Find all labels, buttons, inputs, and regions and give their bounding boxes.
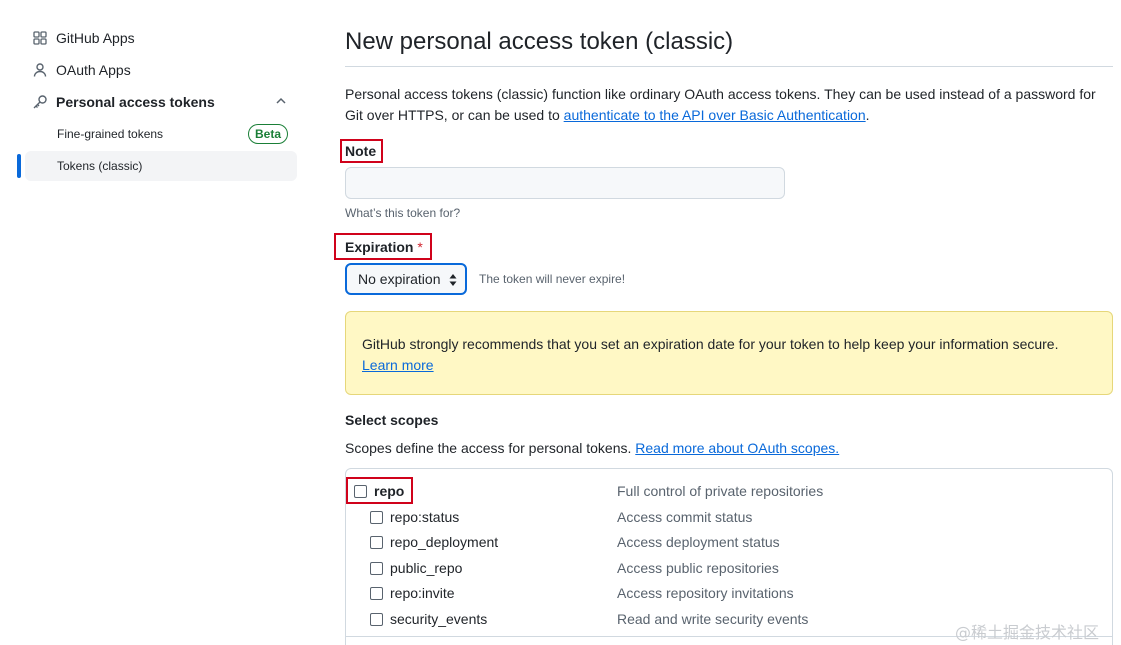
- scope-checkbox[interactable]: [370, 586, 383, 600]
- scope-checkbox[interactable]: [370, 612, 383, 626]
- scope-description: Access repository invitations: [617, 585, 794, 601]
- scope-name: public_repo: [390, 560, 463, 576]
- scopes-desc-text: Scopes define the access for personal to…: [345, 440, 636, 456]
- scope-name: security_events: [390, 611, 488, 627]
- scope-description: Full control of private repositories: [617, 483, 824, 499]
- scope-description: Access deployment status: [617, 534, 780, 550]
- sidebar-item-label: GitHub Apps: [56, 30, 135, 46]
- sidebar-item-personal-access-tokens[interactable]: Personal access tokens: [32, 90, 215, 114]
- warning-text: GitHub strongly recommends that you set …: [362, 336, 1059, 352]
- scope-checkbox[interactable]: [370, 561, 383, 575]
- scope-public-repo[interactable]: public_repo: [370, 558, 462, 578]
- basic-auth-link[interactable]: authenticate to the API over Basic Authe…: [564, 107, 866, 123]
- expiration-label: Expiration *: [345, 239, 423, 255]
- page-title: New personal access token (classic): [345, 28, 734, 55]
- chevron-up-icon[interactable]: [274, 94, 288, 108]
- scopes-description: Scopes define the access for personal to…: [345, 440, 839, 456]
- scope-repo[interactable]: repo: [354, 481, 404, 501]
- required-mark: *: [417, 239, 423, 255]
- scope-repo-deployment[interactable]: repo_deployment: [370, 532, 498, 552]
- scope-name: repo:invite: [390, 585, 455, 601]
- scope-description: Access commit status: [617, 509, 753, 525]
- key-icon: [32, 94, 48, 110]
- expiration-warning: GitHub strongly recommends that you set …: [345, 311, 1113, 395]
- expiration-selected-value: No expiration: [358, 271, 441, 287]
- expiration-select[interactable]: No expiration: [345, 263, 467, 295]
- watermark: @稀土掘金技术社区: [955, 623, 1100, 642]
- scope-description: Access public repositories: [617, 560, 779, 576]
- scope-security-events[interactable]: security_events: [370, 609, 487, 629]
- sidebar-item-tokens-classic[interactable]: Tokens (classic): [25, 151, 297, 181]
- oauth-scopes-link[interactable]: Read more about OAuth scopes.: [635, 440, 839, 456]
- scope-repo-invite[interactable]: repo:invite: [370, 583, 455, 603]
- note-hint: What’s this token for?: [345, 206, 461, 220]
- intro-text: Personal access tokens (classic) functio…: [345, 84, 1113, 126]
- sidebar-item-label: Personal access tokens: [56, 94, 215, 110]
- sidebar-item-oauth-apps[interactable]: OAuth Apps: [32, 58, 131, 82]
- learn-more-link[interactable]: Learn more: [362, 357, 434, 373]
- sidebar-item-github-apps[interactable]: GitHub Apps: [32, 26, 135, 50]
- title-divider: [345, 66, 1113, 67]
- sidebar-item-label: OAuth Apps: [56, 62, 131, 78]
- scopes-heading: Select scopes: [345, 412, 439, 428]
- note-label: Note: [345, 143, 377, 159]
- expiration-label-text: Expiration: [345, 239, 414, 255]
- note-input[interactable]: [345, 167, 785, 199]
- active-indicator: [17, 154, 21, 178]
- scope-name: repo_deployment: [390, 534, 499, 550]
- scope-checkbox[interactable]: [370, 535, 383, 549]
- beta-badge: Beta: [248, 124, 288, 144]
- expiration-note: The token will never expire!: [479, 272, 626, 286]
- settings-sidebar: GitHub Apps OAuth Apps Personal access t…: [0, 0, 300, 645]
- sidebar-item-label: Tokens (classic): [57, 159, 143, 173]
- scope-repo-status[interactable]: repo:status: [370, 507, 459, 527]
- scope-name: repo: [374, 483, 405, 499]
- person-icon: [32, 62, 48, 78]
- scope-name: repo:status: [390, 509, 460, 525]
- sidebar-item-label: Fine-grained tokens: [57, 127, 164, 141]
- intro-end: .: [865, 107, 870, 123]
- apps-icon: [32, 30, 48, 46]
- scope-checkbox[interactable]: [370, 510, 383, 524]
- select-arrows-icon: [449, 273, 457, 287]
- scope-checkbox[interactable]: [354, 484, 367, 498]
- scope-description: Read and write security events: [617, 611, 809, 627]
